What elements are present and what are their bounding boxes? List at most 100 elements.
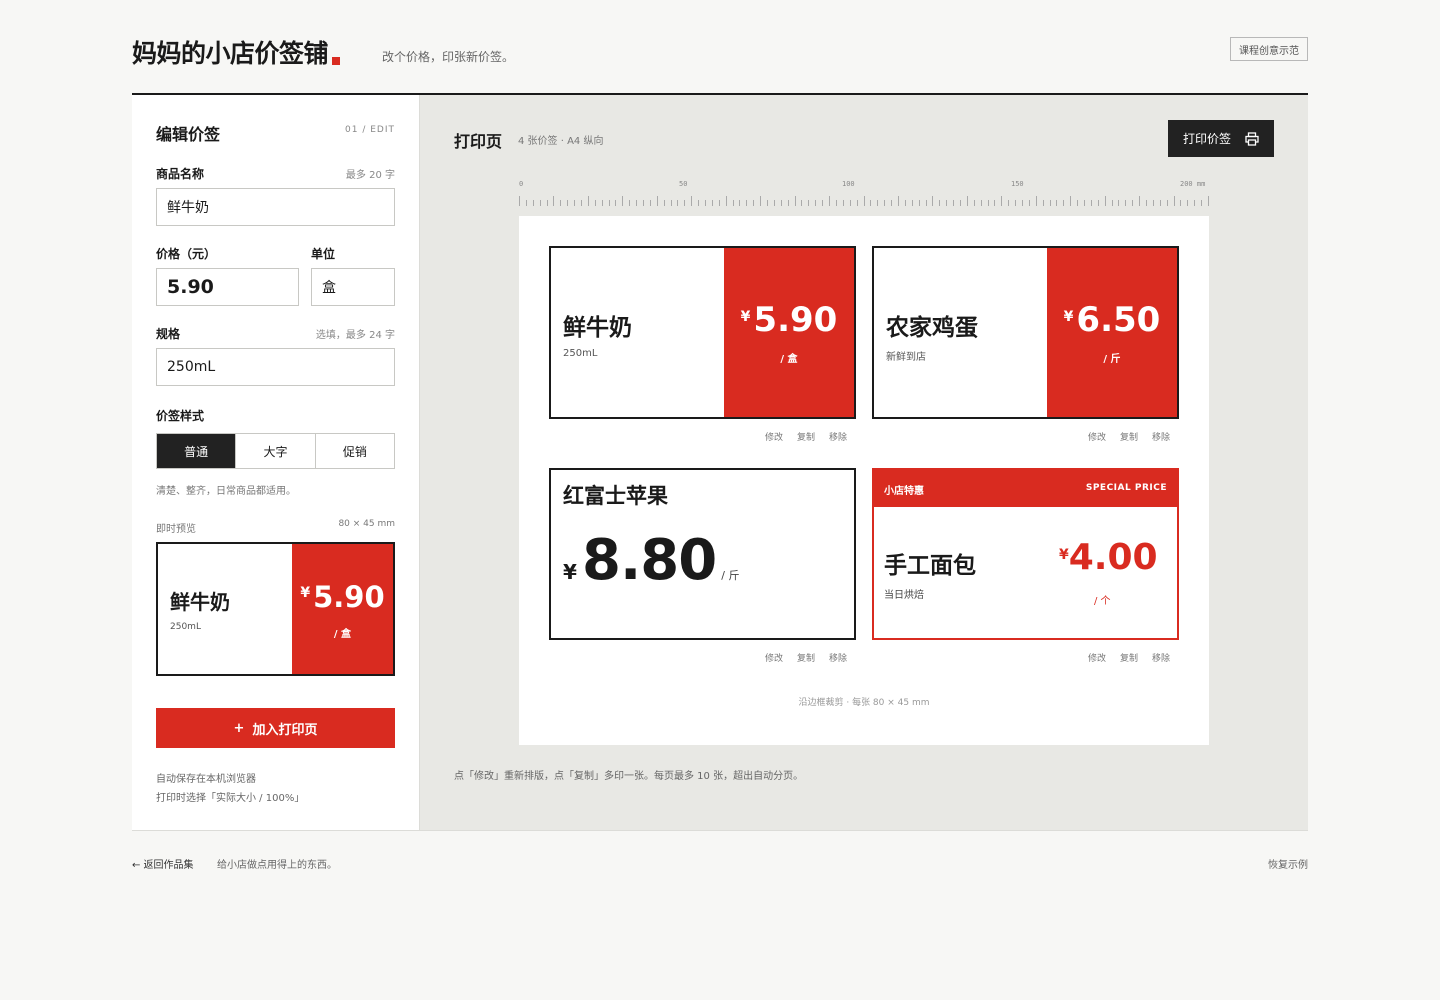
tag-price-panel: ¥5.90 / 盒 — [724, 248, 854, 417]
price-tag-2: 农家鸡蛋 新鲜到店 ¥6.50 / 斤 — [872, 246, 1179, 419]
ruler-label-0: 0 — [519, 180, 524, 188]
ruler-tick — [926, 200, 927, 206]
ruler-tick — [870, 200, 871, 206]
ruler-tick — [1194, 200, 1195, 206]
ruler-tick — [843, 200, 844, 206]
ruler-tick — [960, 200, 961, 206]
style-option-promo[interactable]: 促销 — [314, 434, 394, 468]
tag-price-panel: ¥6.50 / 斤 — [1047, 248, 1177, 417]
currency-symbol: ¥ — [1059, 547, 1069, 563]
ruler-tick — [664, 200, 665, 206]
edit-link[interactable]: 修改 — [765, 430, 783, 443]
print-note: 打印时选择「实际大小 / 100%」 — [156, 793, 305, 804]
ruler-tick — [836, 200, 837, 206]
ruler-tick — [788, 200, 789, 206]
print-label: 打印价签 — [1182, 132, 1231, 146]
ruler-tick — [1091, 200, 1092, 206]
remove-link[interactable]: 移除 — [829, 430, 847, 443]
ruler-tick — [657, 196, 658, 206]
copy-link[interactable]: 复制 — [1120, 430, 1138, 443]
ruler-tick — [1146, 200, 1147, 206]
style-segmented-control: 普通 大字 促销 — [156, 433, 395, 469]
currency-symbol: ¥ — [1063, 309, 1074, 325]
copy-link[interactable]: 复制 — [1120, 651, 1138, 664]
edit-link[interactable]: 修改 — [1088, 651, 1106, 664]
workspace: 编辑价签 01 / EDIT 商品名称 最多 20 字 鲜牛奶 价格（元） 单位… — [132, 95, 1308, 831]
stage-title: 打印页 — [454, 132, 503, 151]
ruler-tick — [1008, 200, 1009, 206]
ruler-tick — [905, 200, 906, 206]
live-preview-tag: 鲜牛奶 250mL ¥5.90 / 盒 — [156, 542, 395, 676]
copy-link[interactable]: 复制 — [797, 651, 815, 664]
tag-unit: / 盒 — [780, 354, 798, 365]
ruler-label-100: 100 — [842, 180, 855, 188]
spec-hint: 选填，最多 24 字 — [315, 330, 395, 341]
edit-link[interactable]: 修改 — [1088, 430, 1106, 443]
preview-label: 即时预览 — [156, 524, 196, 535]
price-input[interactable]: 5.90 — [156, 268, 299, 306]
ruler-tick — [691, 196, 692, 206]
spec-label: 规格 — [156, 327, 181, 341]
ruler-tick — [588, 196, 589, 206]
ruler-tick — [1167, 200, 1168, 206]
ruler-tick — [1187, 200, 1188, 206]
tag-spec: 当日烘焙 — [884, 590, 924, 601]
ruler-tick — [746, 200, 747, 206]
style-description: 清楚、整齐，日常商品都适用。 — [156, 486, 296, 497]
ruler-tick — [581, 200, 582, 206]
tag-price: ¥6.50 — [1063, 300, 1161, 340]
ruler-tick — [1118, 200, 1119, 206]
currency-symbol: ¥ — [740, 309, 751, 325]
tag-name: 红富士苹果 — [563, 484, 668, 508]
ruler-tick — [719, 200, 720, 206]
tag-2-actions: 修改 复制 移除 — [1088, 430, 1170, 443]
ruler-tick — [567, 200, 568, 206]
ruler-tick — [988, 200, 989, 206]
restore-example-link[interactable]: 恢复示例 — [1268, 856, 1308, 871]
tag-unit: / 斤 — [1103, 354, 1121, 365]
ruler-tick — [822, 200, 823, 206]
ruler-tick — [815, 200, 816, 206]
ruler-label-200: 200 mm — [1180, 180, 1206, 188]
print-button[interactable]: 打印价签 — [1168, 120, 1274, 157]
remove-link[interactable]: 移除 — [829, 651, 847, 664]
ruler-tick — [533, 200, 534, 206]
ruler-tick — [850, 200, 851, 206]
ruler-tick — [1153, 200, 1154, 206]
style-option-large[interactable]: 大字 — [235, 434, 315, 468]
ruler-tick — [953, 200, 954, 206]
name-input[interactable]: 鲜牛奶 — [156, 188, 395, 226]
ruler-tick — [932, 196, 933, 206]
ruler-tick — [1084, 200, 1085, 206]
ruler-tick — [636, 200, 637, 206]
add-to-page-button[interactable]: + 加入打印页 — [156, 708, 395, 748]
ruler-tick — [1036, 196, 1037, 206]
ruler-tick — [946, 200, 947, 206]
promo-banner-right: SPECIAL PRICE — [1085, 483, 1167, 493]
remove-link[interactable]: 移除 — [1152, 430, 1170, 443]
ruler-tick — [684, 200, 685, 206]
ruler-tick — [733, 200, 734, 206]
ruler-tick — [1043, 200, 1044, 206]
ruler-tick — [705, 200, 706, 206]
unit-input[interactable]: 盒 — [311, 268, 395, 306]
ruler-tick — [767, 200, 768, 206]
style-option-normal[interactable]: 普通 — [157, 434, 236, 468]
ruler-tick — [615, 200, 616, 206]
copy-link[interactable]: 复制 — [797, 430, 815, 443]
preview-price: ¥5.90 — [300, 580, 385, 614]
plus-icon: + — [233, 720, 245, 736]
course-demo-button[interactable]: 课程创意示范 — [1230, 37, 1308, 61]
spec-input[interactable]: 250mL — [156, 348, 395, 386]
remove-link[interactable]: 移除 — [1152, 651, 1170, 664]
ruler-tick — [1056, 200, 1057, 206]
ruler-tick — [671, 200, 672, 206]
back-to-portfolio-link[interactable]: ← 返回作品集 — [132, 856, 194, 871]
mm-ruler: 0 50 100 150 200 mm — [519, 179, 1209, 209]
a4-paper: 鲜牛奶 250mL ¥5.90 / 盒 修改 复制 移除 农家鸡蛋 新鲜到店 ¥… — [519, 216, 1209, 745]
ruler-tick — [801, 200, 802, 206]
edit-link[interactable]: 修改 — [765, 651, 783, 664]
ruler-tick — [739, 200, 740, 206]
preview-name: 鲜牛奶 — [170, 590, 230, 614]
tag-price: ¥5.90 — [740, 300, 838, 340]
